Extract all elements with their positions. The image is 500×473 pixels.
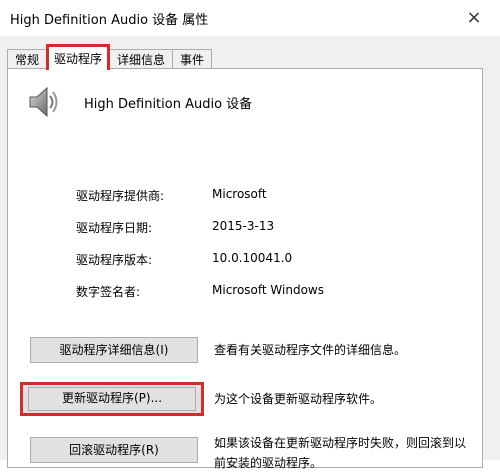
driver-details-description: 查看有关驱动程序文件的详细信息。 [214, 343, 407, 357]
close-icon[interactable]: × [462, 6, 486, 30]
tab-driver[interactable]: 驱动程序 [46, 44, 111, 70]
version-label: 驱动程序版本: [76, 253, 153, 267]
signer-value: Microsoft Windows [212, 283, 324, 297]
tab-general[interactable]: 常规 [7, 49, 48, 70]
tab-events[interactable]: 事件 [172, 49, 213, 70]
dialog-body: 常规 驱动程序 详细信息 事件 High Definition Audio 设备… [0, 36, 500, 470]
signer-label: 数字签名者: [76, 285, 141, 299]
title-bar: High Definition Audio 设备 属性 × [0, 0, 500, 37]
driver-panel: High Definition Audio 设备 驱动程序提供商: Micros… [7, 68, 483, 470]
update-driver-description: 为这个设备更新驱动程序软件。 [214, 392, 383, 406]
date-value: 2015-3-13 [212, 219, 275, 233]
tab-details[interactable]: 详细信息 [109, 49, 174, 70]
roll-back-driver-button[interactable]: 回滚驱动程序(R) [30, 437, 198, 463]
roll-back-driver-description: 如果该设备在更新驱动程序时失败，则回滚到以前安装的驱动程序。 [214, 436, 467, 470]
provider-value: Microsoft [212, 187, 267, 201]
provider-label: 驱动程序提供商: [76, 189, 165, 203]
speaker-icon [29, 86, 58, 118]
date-label: 驱动程序日期: [76, 221, 153, 235]
update-driver-button[interactable]: 更新驱动程序(P)... [20, 382, 204, 416]
version-value: 10.0.10041.0 [212, 251, 293, 265]
window-title: High Definition Audio 设备 属性 [10, 13, 209, 28]
driver-details-button[interactable]: 驱动程序详细信息(I) [30, 337, 198, 363]
device-name: High Definition Audio 设备 [84, 97, 253, 112]
